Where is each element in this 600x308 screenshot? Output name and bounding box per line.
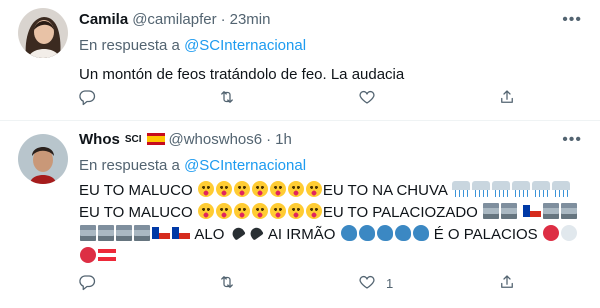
retweet-button[interactable] <box>218 273 298 294</box>
austria-flag-emoji-icon <box>97 248 117 265</box>
timestamp[interactable]: 1h <box>275 131 292 148</box>
share-icon <box>498 88 516 109</box>
timestamp[interactable]: 23min <box>230 11 271 28</box>
phone-emoji-icon <box>229 225 265 243</box>
display-name[interactable]: Whos <box>79 131 120 148</box>
chile-flag-emoji-icon <box>151 226 191 243</box>
crazy-face-emoji-icon <box>197 203 323 221</box>
tweet-feed: Camila @camilapfer · 23min ••• En respue… <box>0 0 600 308</box>
more-icon[interactable]: ••• <box>562 131 582 149</box>
user-handle[interactable]: @camilapfer <box>132 11 216 28</box>
like-button[interactable] <box>358 88 438 109</box>
share-button[interactable] <box>498 273 518 294</box>
reply-prefix: En respuesta a <box>79 157 180 174</box>
tweet-text: EU TO MALUCO EU TO NA CHUVA EU TO MALUCO… <box>79 180 588 268</box>
tweet-text-part: EU TO MALUCO <box>79 204 193 221</box>
reply-mention-link[interactable]: @SCInternacional <box>184 157 306 174</box>
crazy-face-emoji-icon <box>197 181 323 199</box>
tweet[interactable]: Whos SCI @whoswhos6 · 1h ••• En respuest… <box>0 121 600 308</box>
retweet-icon <box>218 273 236 294</box>
rain-cloud-emoji-icon <box>451 181 571 199</box>
like-button[interactable]: 1 <box>358 273 438 294</box>
tweet-text-part: AI IRMÃO <box>267 226 336 243</box>
reply-context: En respuesta a @SCInternacional <box>79 36 588 56</box>
tweet-text-part: É O PALACIOS <box>433 226 538 243</box>
heart-icon <box>358 273 376 294</box>
tweet-header: Camila @camilapfer · 23min <box>79 9 588 29</box>
like-count: 1 <box>386 276 394 291</box>
share-button[interactable] <box>498 88 518 109</box>
separator-dot: · <box>266 130 272 148</box>
reply-prefix: En respuesta a <box>79 37 180 54</box>
spain-flag-icon <box>146 133 165 145</box>
chile-flag-emoji-icon <box>522 204 542 221</box>
reply-mention-link[interactable]: @SCInternacional <box>184 37 306 54</box>
reply-button[interactable] <box>78 273 158 294</box>
separator-dot: · <box>220 10 226 28</box>
reply-icon <box>78 88 96 109</box>
tweet-text-part: EU TO PALACIOZADO <box>322 204 478 221</box>
tweet-header: Whos SCI @whoswhos6 · 1h <box>79 129 588 149</box>
reply-button[interactable] <box>78 88 158 109</box>
white-circle-emoji-icon <box>560 225 578 243</box>
avatar[interactable] <box>18 134 68 184</box>
more-icon[interactable]: ••• <box>562 11 582 29</box>
display-name[interactable]: Camila <box>79 11 128 28</box>
share-icon <box>498 273 516 294</box>
red-circle-emoji-icon <box>542 225 560 243</box>
club-badge: SCI <box>124 133 142 145</box>
reply-context: En respuesta a @SCInternacional <box>79 156 588 176</box>
tweet-text: Un montón de feos tratándolo de feo. La … <box>79 66 405 83</box>
reply-icon <box>78 273 96 294</box>
user-handle[interactable]: @whoswhos6 <box>169 131 263 148</box>
heart-icon <box>358 88 376 109</box>
tweet-text-part: EU TO NA CHUVA <box>322 182 448 199</box>
red-circle-emoji-icon <box>79 247 97 265</box>
speaking-head-emoji-icon <box>340 225 430 243</box>
tweet-text-part: ALO <box>194 226 225 243</box>
retweet-button[interactable] <box>218 88 298 109</box>
retweet-icon <box>218 88 236 109</box>
tweet-actions <box>78 88 518 109</box>
avatar[interactable] <box>18 8 68 58</box>
tweet-text-part: EU TO MALUCO <box>79 182 193 199</box>
castle-emoji-icon <box>482 203 518 221</box>
tweet-actions: 1 <box>78 273 518 294</box>
tweet[interactable]: Camila @camilapfer · 23min ••• En respue… <box>0 0 600 121</box>
